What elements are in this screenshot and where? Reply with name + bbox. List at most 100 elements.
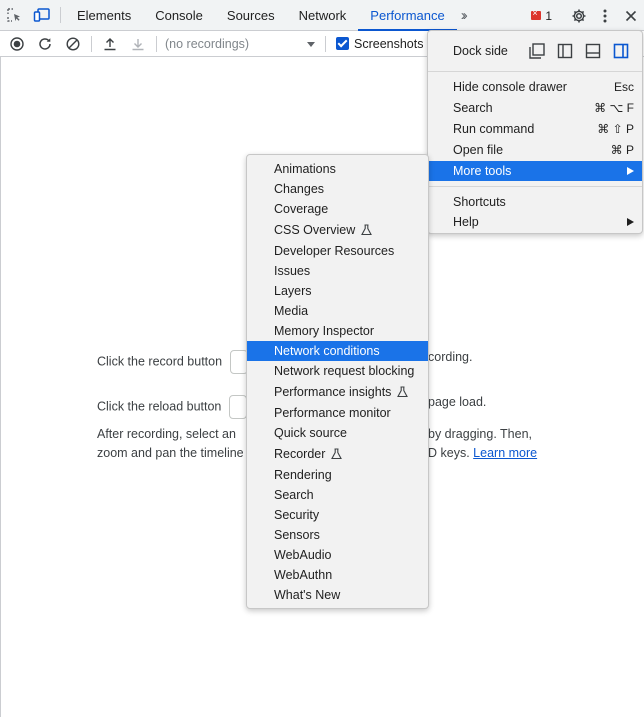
download-profile-icon: [124, 31, 152, 57]
menu-item-webauthn[interactable]: WebAuthn: [247, 565, 428, 585]
menu-item-label: More tools: [453, 164, 512, 178]
tab-console[interactable]: Console: [143, 0, 215, 30]
menu-item-run-command[interactable]: Run command ⌘ ⇧ P: [428, 119, 642, 140]
menu-item-performance-insights[interactable]: Performance insights: [247, 381, 428, 403]
menu-item-label: WebAudio: [274, 548, 332, 562]
menu-item-issues[interactable]: Issues: [247, 261, 428, 281]
menu-item-animations[interactable]: Animations: [247, 159, 428, 179]
menu-item-more-tools[interactable]: More tools: [428, 161, 642, 181]
menu-item-network-request-blocking[interactable]: Network request blocking: [247, 361, 428, 381]
toolbar-divider: [60, 7, 61, 23]
record-icon[interactable]: [3, 31, 31, 57]
menu-item-label: Sensors: [274, 528, 320, 542]
menu-item-performance-monitor[interactable]: Performance monitor: [247, 403, 428, 423]
reload-inline-button[interactable]: [228, 395, 247, 419]
menu-item-quick-source[interactable]: Quick source: [247, 423, 428, 443]
menu-item-label: Search: [274, 488, 314, 502]
record-inline-button[interactable]: [229, 350, 248, 374]
settings-gear-icon[interactable]: [566, 0, 592, 31]
panel-border: [0, 57, 1, 717]
submenu-arrow-icon: [627, 167, 634, 175]
menu-item-developer-resources[interactable]: Developer Resources: [247, 241, 428, 261]
experimental-flask-icon: [360, 221, 372, 243]
menu-item-open-file[interactable]: Open file ⌘ P: [428, 140, 642, 161]
toolbar-divider: [325, 35, 326, 52]
landing-reload-line-end: page load.: [428, 395, 487, 409]
recordings-select[interactable]: (no recordings): [161, 31, 321, 57]
dock-bottom-icon[interactable]: [584, 42, 602, 60]
more-tools-submenu: Animations Changes Coverage CSS Overview…: [246, 154, 429, 609]
landing-after-line2: zoom and pan the timeline: [97, 446, 244, 460]
landing-text: Click the record button: [97, 354, 223, 369]
error-counter[interactable]: 1: [531, 8, 552, 23]
tab-network[interactable]: Network: [287, 0, 359, 30]
dock-side-row: Dock side: [428, 31, 642, 71]
tab-performance[interactable]: Performance: [358, 0, 458, 31]
menu-item-search[interactable]: Search ⌘ ⌥ F: [428, 98, 642, 119]
tab-sources[interactable]: Sources: [215, 0, 287, 30]
tab-elements[interactable]: Elements: [65, 0, 143, 30]
menu-item-css-overview[interactable]: CSS Overview: [247, 219, 428, 241]
experimental-flask-icon: [330, 445, 342, 467]
menu-item-label: Shortcuts: [453, 195, 506, 209]
menu-item-help[interactable]: Help: [428, 212, 642, 232]
recordings-select-value: (no recordings): [165, 36, 250, 51]
undock-icon[interactable]: [528, 42, 546, 60]
menu-item-label: Issues: [274, 264, 311, 278]
device-toolbar-icon[interactable]: [28, 0, 56, 30]
menu-item-label: Quick source: [274, 426, 347, 440]
menu-item-network-conditions[interactable]: Network conditions: [247, 341, 428, 361]
menu-item-security[interactable]: Security: [247, 505, 428, 525]
menu-item-label: Network request blocking: [274, 364, 415, 378]
menu-item-changes[interactable]: Changes: [247, 179, 428, 199]
close-icon[interactable]: [618, 0, 644, 31]
menu-item-label: Hide console drawer: [453, 80, 567, 94]
error-count: 1: [545, 8, 552, 23]
menu-item-shortcuts[interactable]: Shortcuts: [428, 192, 642, 212]
menu-item-label: Recorder: [274, 447, 326, 461]
menu-item-whats-new[interactable]: What's New: [247, 585, 428, 605]
menu-separator: [428, 71, 642, 72]
dock-side-label: Dock side: [453, 44, 508, 58]
menu-item-recorder[interactable]: Recorder: [247, 443, 428, 465]
menu-item-search[interactable]: Search: [247, 485, 428, 505]
menu-item-label: Performance insights: [274, 385, 392, 399]
landing-after-line1: After recording, select an: [97, 427, 236, 441]
menu-item-label: Memory Inspector: [274, 324, 375, 338]
kebab-menu-icon[interactable]: [592, 0, 618, 31]
menu-item-webaudio[interactable]: WebAudio: [247, 545, 428, 565]
menu-item-layers[interactable]: Layers: [247, 281, 428, 301]
menu-item-media[interactable]: Media: [247, 301, 428, 321]
menu-item-label: Developer Resources: [274, 244, 395, 258]
screenshots-checkbox[interactable]: [336, 37, 349, 50]
error-icon: [531, 8, 542, 20]
dock-right-icon[interactable]: [612, 42, 630, 60]
menu-item-label: Help: [453, 215, 479, 229]
toolbar-right-group: 1: [531, 0, 644, 31]
landing-reload-line: Click the reload button: [97, 395, 247, 419]
menu-group: Hide console drawer Esc Search ⌘ ⌥ F Run…: [428, 77, 642, 181]
menu-item-label: Coverage: [274, 202, 329, 216]
menu-item-coverage[interactable]: Coverage: [247, 199, 428, 219]
dock-side-options: [528, 31, 630, 71]
learn-more-link[interactable]: Learn more: [473, 446, 537, 460]
customize-menu: Dock side Hide console drawer Esc Search…: [427, 30, 643, 234]
menu-item-rendering[interactable]: Rendering: [247, 465, 428, 485]
screenshots-label: Screenshots: [354, 36, 424, 51]
inspect-element-icon[interactable]: [0, 0, 28, 30]
menu-item-sensors[interactable]: Sensors: [247, 525, 428, 545]
shortcut-hint: ⌘ ⇧ P: [597, 122, 634, 136]
menu-item-hide-console-drawer[interactable]: Hide console drawer Esc: [428, 77, 642, 98]
dock-left-icon[interactable]: [556, 42, 574, 60]
menu-item-memory-inspector[interactable]: Memory Inspector: [247, 321, 428, 341]
clear-icon[interactable]: [59, 31, 87, 57]
upload-profile-icon[interactable]: [96, 31, 124, 57]
experimental-flask-icon: [396, 383, 408, 405]
submenu-arrow-icon: [627, 218, 634, 226]
menu-item-label: Media: [274, 304, 309, 318]
reload-record-icon[interactable]: [31, 31, 59, 57]
menu-item-label: Run command: [453, 122, 535, 136]
more-tabs-chevron-icon[interactable]: ››: [457, 0, 469, 30]
menu-item-label: Layers: [274, 284, 312, 298]
landing-after-line2-end: D keys. Learn more: [428, 446, 537, 460]
